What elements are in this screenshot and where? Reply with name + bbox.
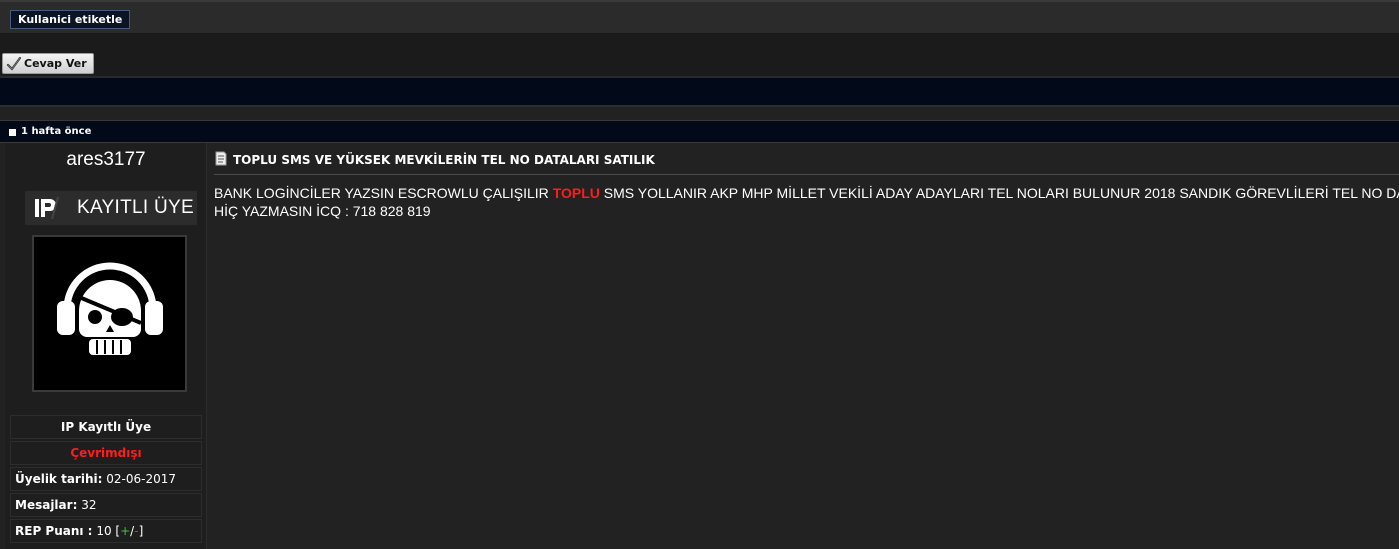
- tag-user-button[interactable]: Kullanici etiketle: [10, 10, 131, 29]
- title-divider: [214, 174, 1399, 175]
- rank-label: KAYITLI ÜYE: [77, 197, 194, 218]
- user-info-panel: ares3177 KAYITLI ÜYE IP Kayıtlı Üye Çevr…: [5, 143, 207, 549]
- message-count: Mesajlar: 32: [10, 493, 202, 517]
- rep-plus-link[interactable]: +: [120, 524, 130, 538]
- post-body: BANK LOGİNCİLER YAZSIN ESCROWLU ÇALIŞILI…: [214, 184, 1399, 220]
- member-since: Üyelik tarihi: 02-06-2017: [10, 467, 202, 491]
- user-title: IP Kayıtlı Üye: [10, 415, 202, 439]
- ip-logo-icon: [25, 191, 65, 225]
- post-content: TOPLU SMS VE YÜKSEK MEVKİLERİN TEL NO DA…: [208, 143, 1399, 549]
- messages-label: Mesajlar:: [15, 498, 78, 512]
- post-title: TOPLU SMS VE YÜKSEK MEVKİLERİN TEL NO DA…: [214, 151, 655, 169]
- rep-value: 10: [96, 524, 112, 538]
- user-avatar[interactable]: [32, 235, 187, 392]
- post-title-text: TOPLU SMS VE YÜKSEK MEVKİLERİN TEL NO DA…: [233, 153, 655, 167]
- reply-toolbar: Cevap Ver: [0, 52, 1399, 76]
- member-since-value: 02-06-2017: [106, 472, 176, 486]
- post-header: 1 hafta önce: [0, 120, 1399, 143]
- document-icon: [214, 151, 228, 169]
- post-body-text-2: SMS YOLLANIR AKP MHP MİLLET VEKİLİ ADAY …: [599, 185, 1399, 201]
- post-body-line-1: BANK LOGİNCİLER YAZSIN ESCROWLU ÇALIŞILI…: [214, 184, 1399, 202]
- rep-bracket-close: ]: [138, 524, 144, 538]
- post-body-text-1: BANK LOGİNCİLER YAZSIN ESCROWLU ÇALIŞILI…: [214, 185, 553, 201]
- reply-button-label: Cevap Ver: [24, 57, 87, 70]
- post-icon: [9, 129, 16, 136]
- top-toolbar: Kullanici etiketle: [0, 0, 1399, 34]
- spacer: [0, 34, 1399, 52]
- rep-label: REP Puanı :: [15, 524, 93, 538]
- rep-points: REP Puanı : 10 [+/-]: [10, 519, 202, 543]
- pirate-skull-headphones-icon: [56, 262, 163, 355]
- username-link[interactable]: ares3177: [5, 149, 207, 171]
- post-body-highlight: TOPLU: [552, 185, 600, 201]
- member-since-label: Üyelik tarihi:: [15, 472, 103, 486]
- quick-nav-band: [0, 76, 1399, 107]
- post-time: 1 hafta önce: [21, 126, 92, 137]
- reply-button[interactable]: Cevap Ver: [2, 53, 94, 74]
- rank-badge: KAYITLI ÜYE: [25, 191, 197, 225]
- messages-value: 32: [81, 498, 97, 512]
- online-status: Çevrimdışı: [10, 441, 202, 465]
- checkmark-icon: [6, 56, 22, 72]
- spacer: [0, 107, 1399, 120]
- post-body-line-2: HİÇ YAZMASIN İCQ : 718 828 819: [214, 203, 431, 219]
